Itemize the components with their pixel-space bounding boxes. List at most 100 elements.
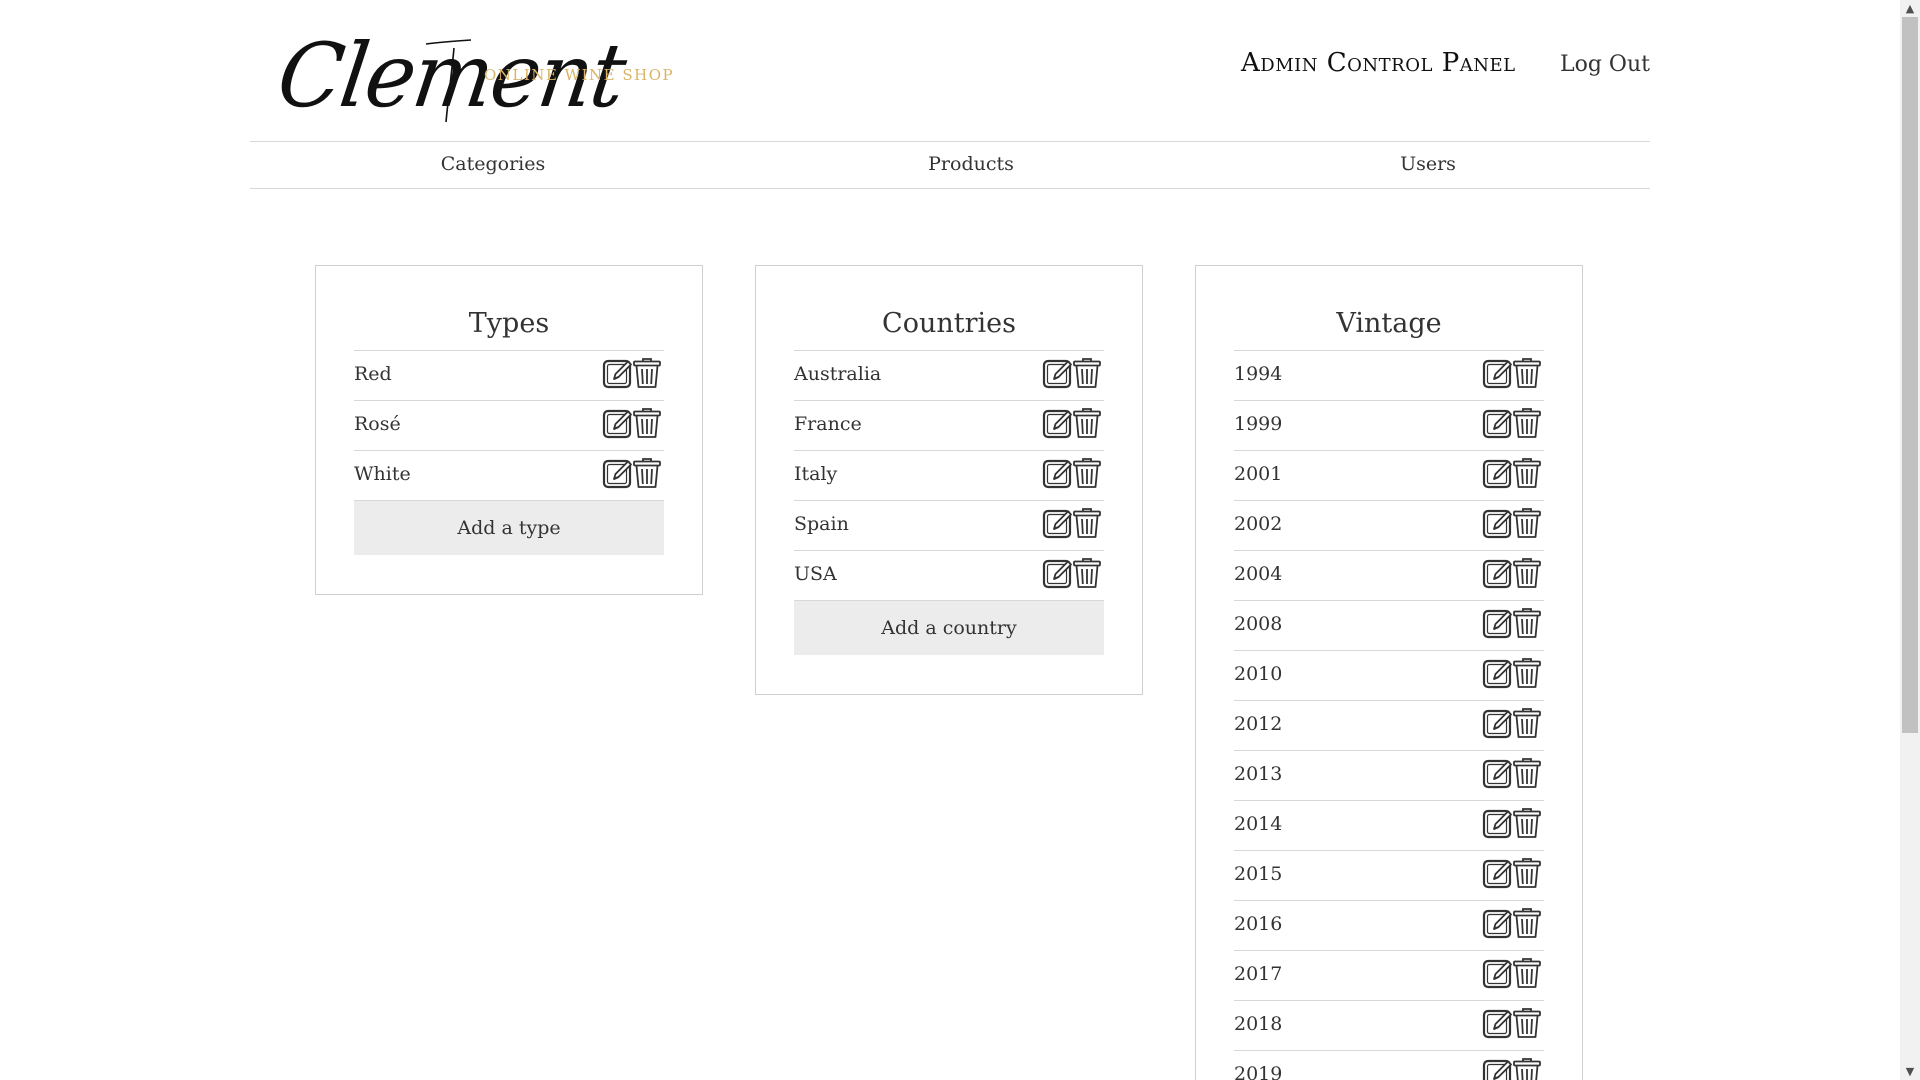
vintage-row: 2004 [1234, 551, 1544, 601]
edit-icon[interactable] [1482, 407, 1514, 439]
edit-icon[interactable] [1482, 707, 1514, 739]
edit-icon[interactable] [1482, 807, 1514, 839]
type-row: Rosé [354, 401, 664, 451]
edit-icon[interactable] [1042, 557, 1074, 589]
vintage-row: 2010 [1234, 651, 1544, 701]
edit-icon[interactable] [1482, 657, 1514, 689]
trash-icon[interactable] [1512, 807, 1544, 839]
vintage-row: 2016 [1234, 901, 1544, 951]
site-header: Clement ONLINE WINE SHOP Admin Control P… [250, 0, 1650, 142]
logo[interactable]: Clement ONLINE WINE SHOP [272, 24, 673, 130]
vintage-row: 2002 [1234, 501, 1544, 551]
trash-icon[interactable] [1072, 507, 1104, 539]
edit-icon[interactable] [1042, 507, 1074, 539]
edit-icon[interactable] [1482, 607, 1514, 639]
trash-icon[interactable] [1072, 357, 1104, 389]
vintage-row: 2001 [1234, 451, 1544, 501]
vintage-row: 1994 [1234, 351, 1544, 401]
vintage-label: 2015 [1234, 863, 1283, 885]
scroll-thumb[interactable] [1902, 17, 1918, 733]
trash-icon[interactable] [1512, 507, 1544, 539]
countries-card: Countries Australia France Italy Spain USA A… [755, 265, 1143, 695]
country-label: Italy [794, 463, 838, 485]
trash-icon[interactable] [1512, 657, 1544, 689]
types-list: Red Rosé White [354, 350, 664, 501]
vintage-row: 2012 [1234, 701, 1544, 751]
vintage-label: 2010 [1234, 663, 1283, 685]
nav-item-users[interactable]: Users [1400, 153, 1456, 175]
edit-icon[interactable] [1042, 357, 1074, 389]
edit-icon[interactable] [1482, 1007, 1514, 1039]
type-label: Red [354, 363, 392, 385]
logout-link[interactable]: Log Out [1560, 52, 1650, 77]
trash-icon[interactable] [1512, 757, 1544, 789]
vintage-row: 2018 [1234, 1001, 1544, 1051]
country-row: France [794, 401, 1104, 451]
page: Clement ONLINE WINE SHOP Admin Control P… [0, 0, 1920, 1080]
edit-icon[interactable] [1482, 1057, 1514, 1080]
page-scrollbar[interactable]: ▲ ▼ [1900, 0, 1920, 1080]
vintage-label: 2008 [1234, 613, 1283, 635]
vintage-label: 2017 [1234, 963, 1283, 985]
trash-icon[interactable] [632, 357, 664, 389]
trash-icon[interactable] [1512, 457, 1544, 489]
edit-icon[interactable] [1482, 507, 1514, 539]
edit-icon[interactable] [1482, 957, 1514, 989]
trash-icon[interactable] [1512, 1007, 1544, 1039]
type-label: Rosé [354, 413, 401, 435]
type-row: Red [354, 351, 664, 401]
vintage-label: 2018 [1234, 1013, 1283, 1035]
trash-icon[interactable] [632, 407, 664, 439]
vintage-label: 2012 [1234, 713, 1283, 735]
country-row: Spain [794, 501, 1104, 551]
type-label: White [354, 463, 411, 485]
trash-icon[interactable] [1512, 357, 1544, 389]
trash-icon[interactable] [1072, 457, 1104, 489]
vintage-row: 2013 [1234, 751, 1544, 801]
trash-icon[interactable] [1512, 957, 1544, 989]
trash-icon[interactable] [1512, 707, 1544, 739]
nav-item-categories[interactable]: Categories [441, 153, 546, 175]
vintage-row: 2019 [1234, 1051, 1544, 1080]
edit-icon[interactable] [1482, 757, 1514, 789]
add-country-button[interactable]: Add a country [794, 601, 1104, 655]
trash-icon[interactable] [1512, 407, 1544, 439]
edit-icon[interactable] [1482, 857, 1514, 889]
edit-icon[interactable] [602, 407, 634, 439]
country-row: Italy [794, 451, 1104, 501]
scroll-up-arrow-icon[interactable]: ▲ [1900, 0, 1920, 17]
vintage-row: 2017 [1234, 951, 1544, 1001]
vintage-label: 2004 [1234, 563, 1283, 585]
vintage-row: 2008 [1234, 601, 1544, 651]
vintage-label: 2016 [1234, 913, 1283, 935]
type-row: White [354, 451, 664, 501]
trash-icon[interactable] [1512, 607, 1544, 639]
trash-icon[interactable] [1512, 557, 1544, 589]
edit-icon[interactable] [1042, 407, 1074, 439]
nav-item-products[interactable]: Products [928, 153, 1014, 175]
scroll-down-arrow-icon[interactable]: ▼ [1900, 1063, 1920, 1080]
vintage-list: 1994 1999 2001 2002 2004 2008 2010 2012 2013 2014… [1234, 350, 1544, 1080]
country-label: Spain [794, 513, 849, 535]
add-type-button[interactable]: Add a type [354, 501, 664, 555]
trash-icon[interactable] [632, 457, 664, 489]
edit-icon[interactable] [1482, 457, 1514, 489]
main-nav: Categories Products Users [250, 141, 1650, 189]
vintage-row: 1999 [1234, 401, 1544, 451]
vintage-row: 2014 [1234, 801, 1544, 851]
types-card: Types Red Rosé White Add a type [315, 265, 703, 595]
edit-icon[interactable] [1482, 357, 1514, 389]
trash-icon[interactable] [1072, 407, 1104, 439]
trash-icon[interactable] [1512, 907, 1544, 939]
edit-icon[interactable] [1042, 457, 1074, 489]
country-label: France [794, 413, 862, 435]
edit-icon[interactable] [602, 357, 634, 389]
edit-icon[interactable] [1482, 557, 1514, 589]
edit-icon[interactable] [602, 457, 634, 489]
types-title: Types [468, 308, 550, 339]
trash-icon[interactable] [1072, 557, 1104, 589]
trash-icon[interactable] [1512, 857, 1544, 889]
trash-icon[interactable] [1512, 1057, 1544, 1080]
edit-icon[interactable] [1482, 907, 1514, 939]
country-label: USA [794, 563, 837, 585]
